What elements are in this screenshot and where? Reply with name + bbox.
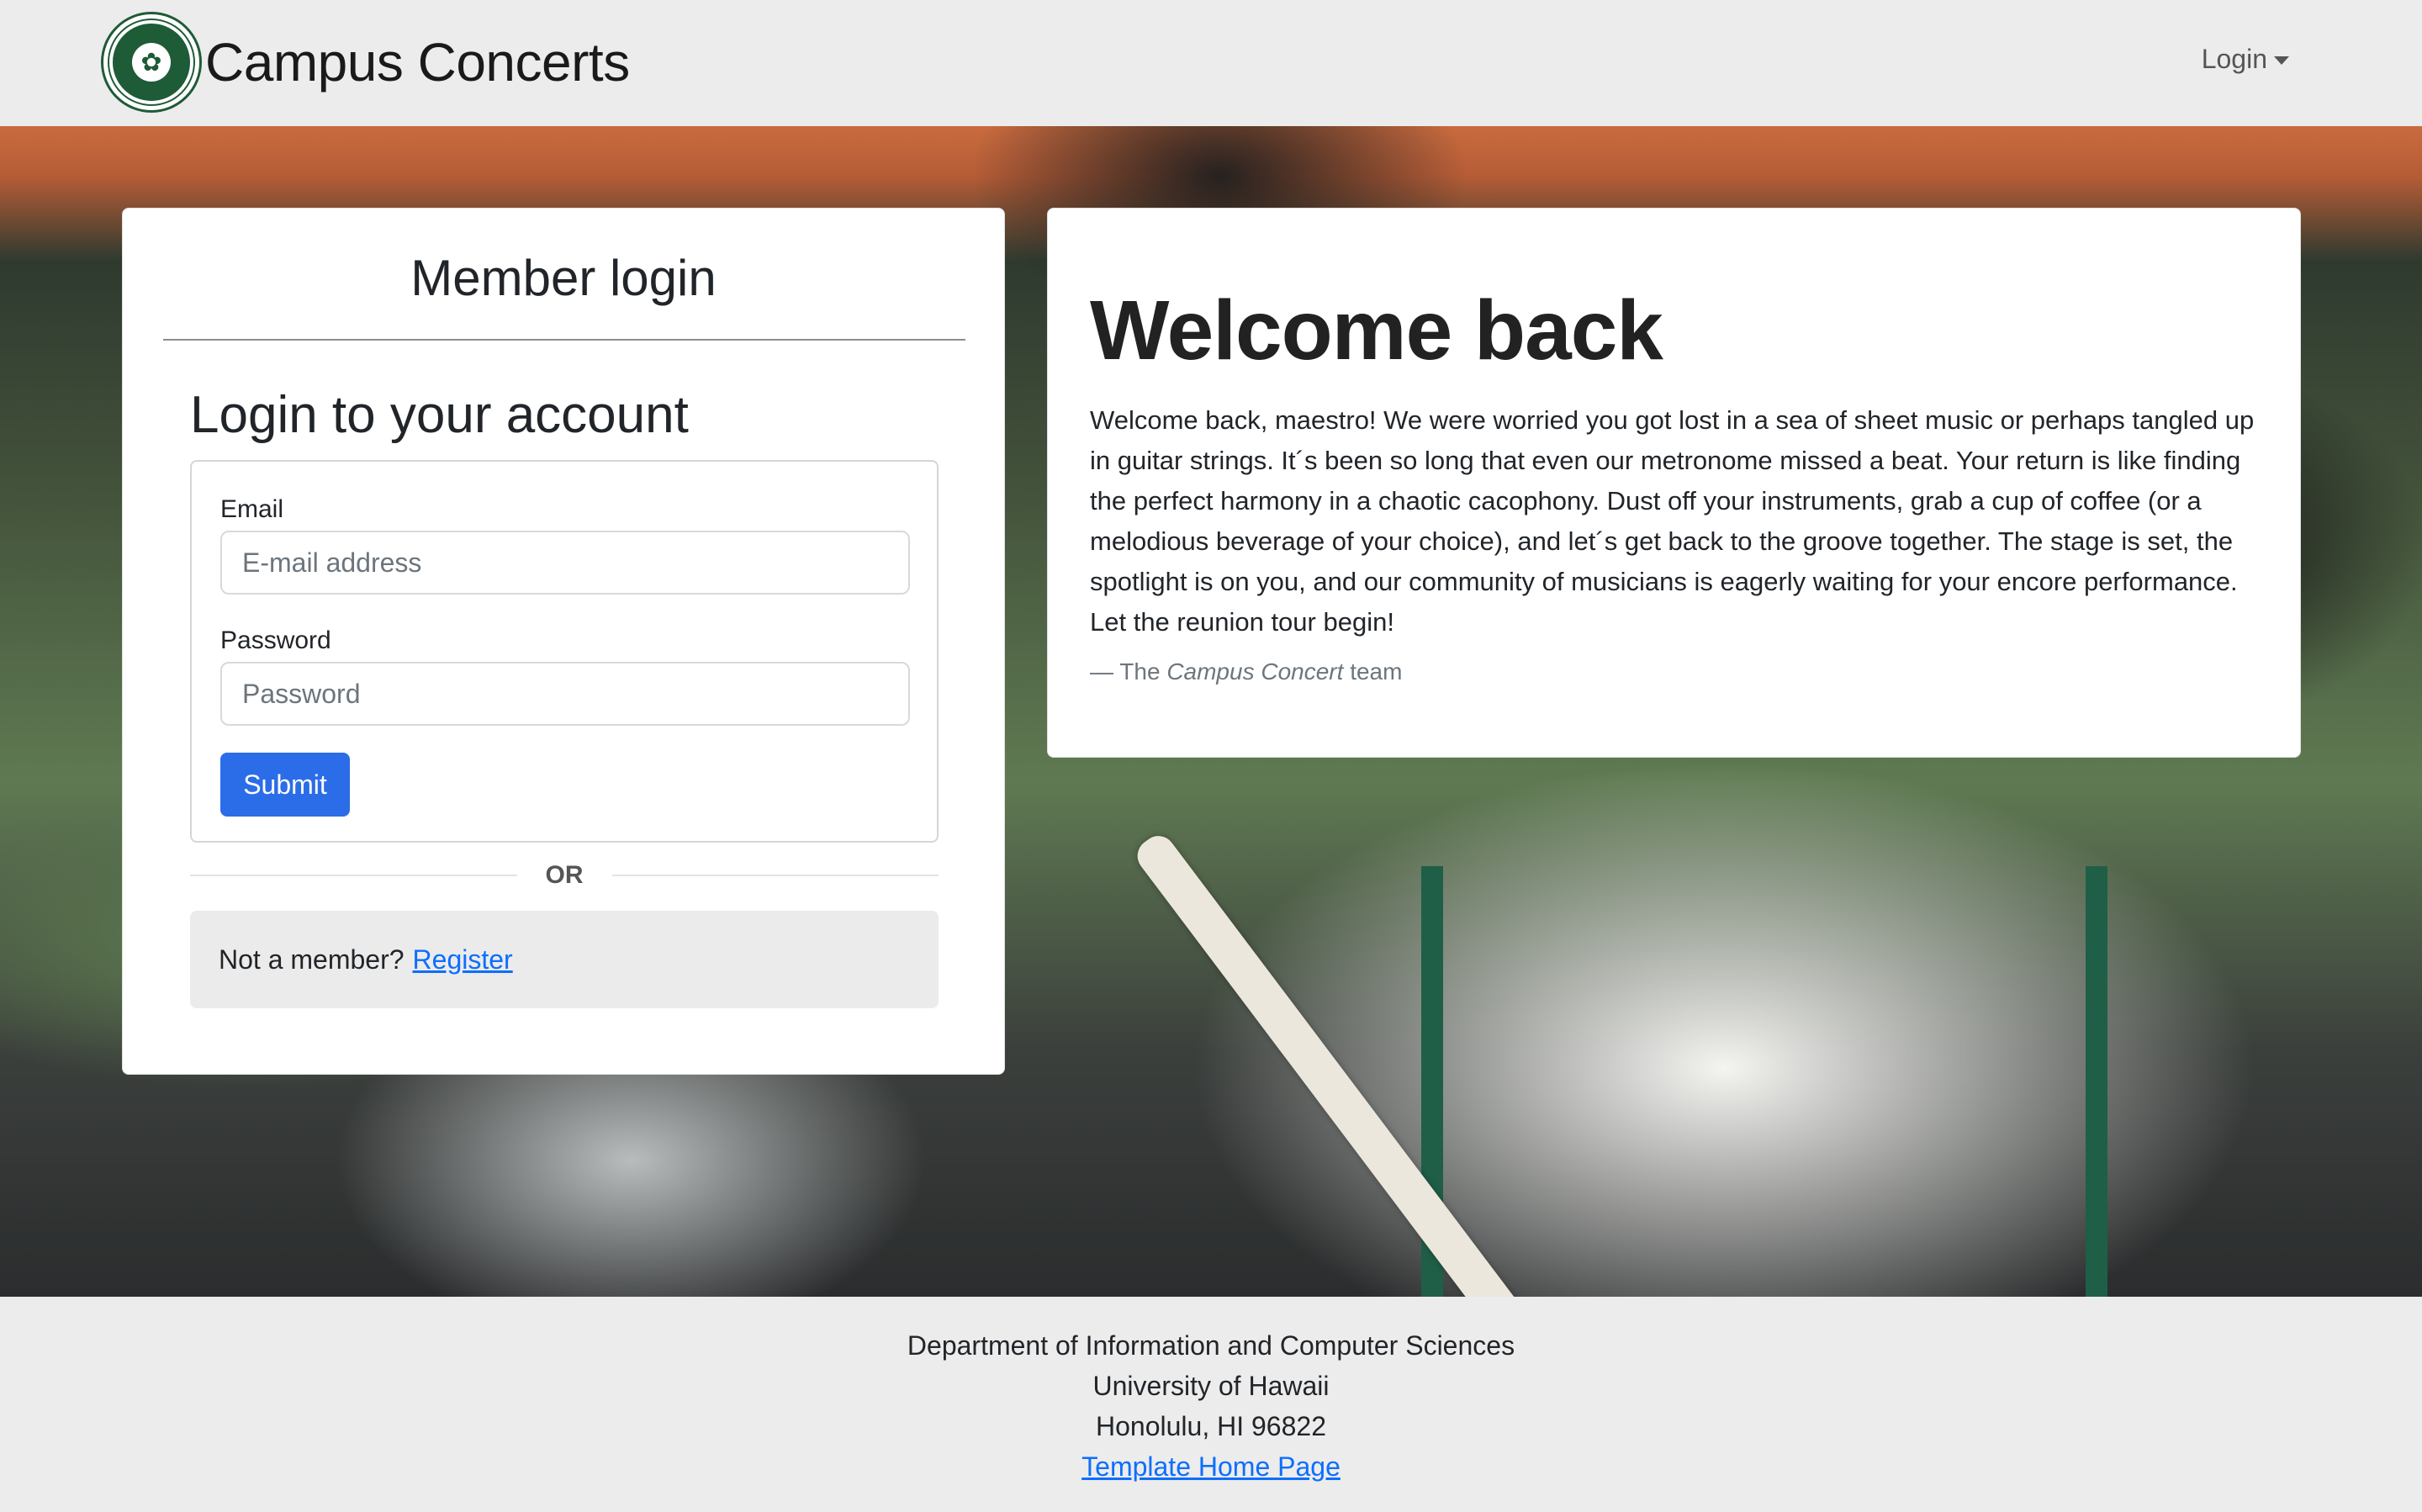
register-box: Not a member? Register <box>190 911 939 1008</box>
university-seal-icon: ✿ <box>101 12 202 113</box>
brand[interactable]: ✿ Campus Concerts <box>101 12 630 113</box>
footer-department: Department of Information and Computer S… <box>907 1330 1515 1361</box>
login-subtitle: Login to your account <box>190 386 689 444</box>
caret-down-icon <box>2274 56 2289 65</box>
register-prompt: Not a member? <box>219 944 405 975</box>
email-label: Email <box>220 495 284 523</box>
password-field[interactable] <box>220 662 910 726</box>
brand-title[interactable]: Campus Concerts <box>205 31 630 93</box>
password-label: Password <box>220 626 331 654</box>
uniform-stripe <box>2086 866 2107 1297</box>
login-card: Member login Login to your account Email… <box>122 208 1005 1075</box>
or-text: OR <box>545 861 584 889</box>
welcome-signoff: — The Campus Concert team <box>1090 658 1402 685</box>
signoff-suffix: team <box>1350 658 1403 685</box>
footer-address: Honolulu, HI 96822 <box>1096 1411 1326 1441</box>
or-line-left <box>190 875 517 876</box>
or-line-right <box>611 875 939 876</box>
email-field[interactable] <box>220 531 910 595</box>
welcome-message: Welcome back, maestro! We were worried y… <box>1090 405 2255 637</box>
or-separator: OR <box>190 859 939 892</box>
login-card-title: Member login <box>410 250 717 306</box>
template-home-link[interactable]: Template Home Page <box>1081 1451 1341 1482</box>
navbar: ✿ Campus Concerts Login <box>0 0 2422 126</box>
login-form: Email Password Submit <box>190 460 939 843</box>
login-dropdown[interactable]: Login <box>2202 44 2289 75</box>
signoff-name: Campus Concert <box>1166 658 1344 685</box>
welcome-card: Welcome back Welcome back, maestro! We w… <box>1047 208 2301 758</box>
drumstick <box>1130 829 1526 1297</box>
register-link[interactable]: Register <box>413 944 513 975</box>
footer: Department of Information and Computer S… <box>0 1297 2422 1512</box>
signoff-prefix: — The <box>1090 658 1161 685</box>
divider <box>163 339 965 341</box>
footer-university: University of Hawaii <box>1092 1371 1330 1401</box>
submit-button[interactable]: Submit <box>220 753 350 817</box>
welcome-title: Welcome back <box>1090 283 1663 378</box>
login-dropdown-label: Login <box>2201 44 2267 74</box>
